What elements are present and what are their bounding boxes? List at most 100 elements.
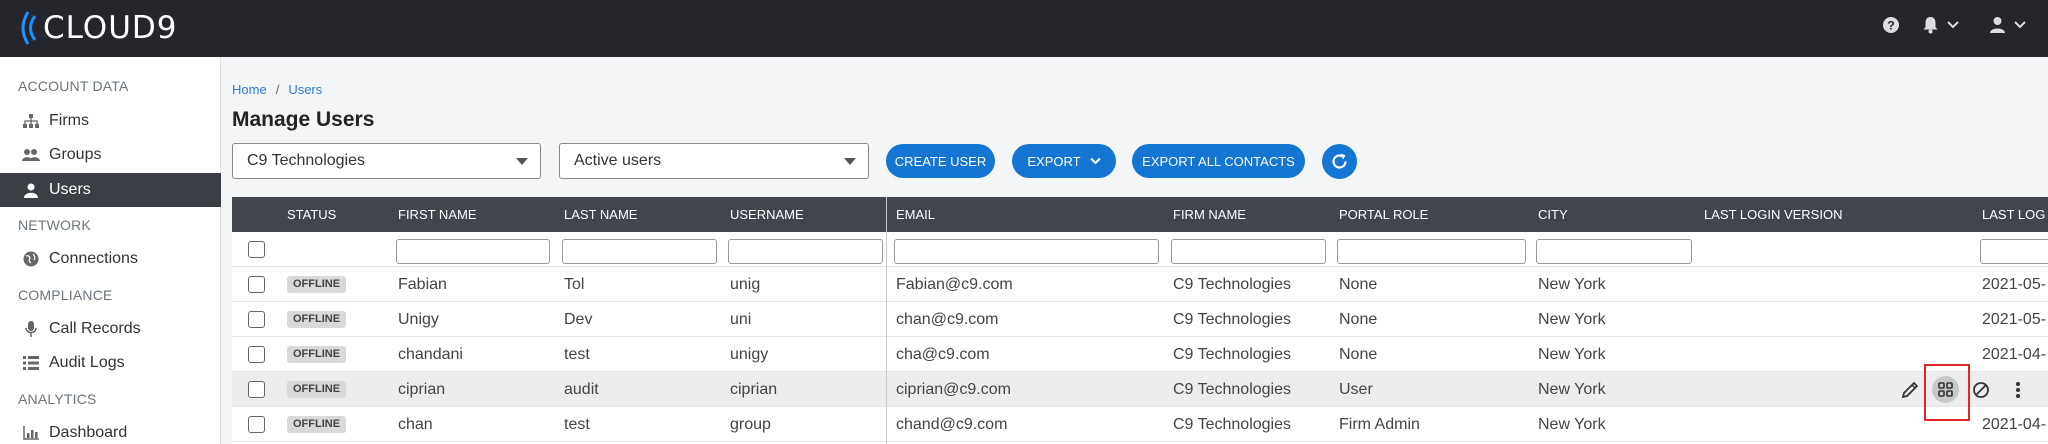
cell-portal-role: None: [1339, 276, 1378, 293]
cell-firm-name: C9 Technologies: [1173, 346, 1292, 363]
cell-first-name: chan: [398, 416, 433, 433]
chevron-down-icon[interactable]: [1947, 20, 1959, 30]
sidebar-item-call-records[interactable]: Call Records: [0, 312, 221, 346]
breadcrumb: Home / Users: [232, 82, 322, 97]
first-name-filter-input[interactable]: [396, 239, 550, 264]
cloud9-logo[interactable]: CLOUD9: [16, 8, 178, 48]
sidebar-item-audit-logs[interactable]: Audit Logs: [0, 346, 221, 380]
edit-icon[interactable]: [1896, 376, 1923, 403]
cell-portal-role: None: [1339, 346, 1378, 363]
chevron-down-icon: [1089, 157, 1101, 165]
table-row[interactable]: OFFLINE Fabian Tol unig Fabian@c9.com C9…: [232, 267, 2048, 302]
column-header-last-login[interactable]: LAST LOG: [1982, 197, 2045, 232]
user-icon: [22, 181, 40, 199]
breadcrumb-home-link[interactable]: Home: [232, 82, 267, 97]
refresh-button[interactable]: [1322, 144, 1357, 179]
cell-username: ciprian: [730, 381, 778, 398]
column-header-username[interactable]: USERNAME: [730, 197, 804, 232]
username-filter-input[interactable]: [728, 239, 883, 264]
sidebar-item-label: Audit Logs: [49, 354, 125, 371]
sidebar-item-firms[interactable]: Firms: [0, 104, 221, 138]
cell-last-login: 2021-05-: [1982, 311, 2047, 328]
table-row[interactable]: OFFLINE ciprian audit ciprian ciprian@c9…: [232, 372, 2048, 407]
more-vertical-icon[interactable]: [2004, 376, 2031, 403]
cell-city: New York: [1538, 381, 1606, 398]
column-header-city[interactable]: CITY: [1538, 197, 1568, 232]
user-icon[interactable]: [1989, 16, 2006, 34]
row-checkbox[interactable]: [248, 381, 265, 398]
sidebar-section-label: ACCOUNT DATA: [18, 78, 129, 94]
bell-icon[interactable]: [1922, 16, 1939, 34]
table-row[interactable]: OFFLINE chandani test unigy cha@c9.com C…: [232, 337, 2048, 372]
cell-city: New York: [1538, 311, 1606, 328]
email-filter-input[interactable]: [894, 239, 1159, 264]
globe-icon: [22, 250, 40, 268]
city-filter-input[interactable]: [1536, 239, 1692, 264]
sidebar-item-users[interactable]: Users: [0, 173, 221, 207]
chevron-down-icon[interactable]: [2014, 20, 2026, 30]
last-login-filter-input[interactable]: [1980, 239, 2048, 264]
column-header-last-name[interactable]: LAST NAME: [564, 197, 637, 232]
select-all-checkbox[interactable]: [248, 241, 265, 258]
column-header-last-login-version[interactable]: LAST LOGIN VERSION: [1704, 197, 1842, 232]
sidebar-item-label: Call Records: [49, 320, 141, 337]
sidebar-item-label: Groups: [49, 146, 102, 163]
table-row[interactable]: OFFLINE Unigy Dev uni chan@c9.com C9 Tec…: [232, 302, 2048, 337]
help-icon[interactable]: ?: [1882, 16, 1900, 34]
row-checkbox[interactable]: [248, 276, 265, 293]
cell-last-name: Tol: [564, 276, 585, 293]
status-badge: OFFLINE: [287, 346, 347, 363]
create-user-button[interactable]: CREATE USER: [886, 144, 995, 178]
sidebar-item-dashboard[interactable]: Dashboard: [0, 416, 221, 444]
sidebar-item-connections[interactable]: Connections: [0, 242, 221, 276]
cell-email: cha@c9.com: [896, 346, 990, 363]
cell-email: ciprian@c9.com: [896, 381, 1011, 398]
cell-username: unigy: [730, 346, 769, 363]
user-status-select-value: Active users: [574, 152, 662, 169]
cell-last-name: test: [564, 346, 590, 363]
status-badge: OFFLINE: [287, 276, 347, 293]
sidebar: ACCOUNT DATA Firms Groups Users NETWORK …: [0, 57, 221, 444]
logo-arcs-icon: [21, 11, 37, 45]
breadcrumb-current-link[interactable]: Users: [288, 82, 322, 97]
top-navbar: CLOUD9 ?: [0, 0, 2048, 57]
firm-select[interactable]: C9 Technologies: [232, 143, 541, 179]
breadcrumb-separator: /: [275, 82, 280, 97]
status-badge: OFFLINE: [287, 381, 347, 398]
sidebar-item-label: Connections: [49, 250, 138, 267]
column-header-status[interactable]: STATUS: [287, 197, 336, 232]
cell-portal-role: Firm Admin: [1339, 416, 1420, 433]
sidebar-item-label: Dashboard: [49, 424, 128, 441]
cell-username: group: [730, 416, 771, 433]
user-status-select[interactable]: Active users: [559, 143, 869, 179]
sidebar-section-label: ANALYTICS: [18, 391, 97, 407]
portal-role-filter-input[interactable]: [1337, 239, 1526, 264]
column-header-portal-role[interactable]: PORTAL ROLE: [1339, 197, 1428, 232]
firm-name-filter-input[interactable]: [1171, 239, 1326, 264]
row-checkbox[interactable]: [248, 311, 265, 328]
cell-last-login: 2021-05-: [1982, 276, 2047, 293]
row-checkbox[interactable]: [248, 416, 265, 433]
export-all-contacts-button[interactable]: EXPORT ALL CONTACTS: [1132, 144, 1305, 178]
block-icon[interactable]: [1967, 376, 1994, 403]
cell-firm-name: C9 Technologies: [1173, 276, 1292, 293]
status-badge: OFFLINE: [287, 311, 347, 328]
last-name-filter-input[interactable]: [562, 239, 717, 264]
export-button[interactable]: EXPORT: [1012, 144, 1116, 178]
cell-username: unig: [730, 276, 761, 293]
row-checkbox[interactable]: [248, 346, 265, 363]
column-header-email[interactable]: EMAIL: [896, 197, 935, 232]
column-header-firm-name[interactable]: FIRM NAME: [1173, 197, 1246, 232]
cell-first-name: chandani: [398, 346, 463, 363]
cell-city: New York: [1538, 416, 1606, 433]
cell-email: Fabian@c9.com: [896, 276, 1013, 293]
column-header-first-name[interactable]: FIRST NAME: [398, 197, 477, 232]
sidebar-item-label: Users: [49, 181, 91, 198]
firm-select-value: C9 Technologies: [247, 152, 366, 169]
cell-portal-role: User: [1339, 381, 1373, 398]
sidebar-item-groups[interactable]: Groups: [0, 138, 221, 172]
cell-first-name: ciprian: [398, 381, 446, 398]
caret-down-icon: [516, 158, 528, 165]
table-row[interactable]: OFFLINE chan test group chand@c9.com C9 …: [232, 407, 2048, 442]
caret-down-icon: [844, 158, 856, 165]
